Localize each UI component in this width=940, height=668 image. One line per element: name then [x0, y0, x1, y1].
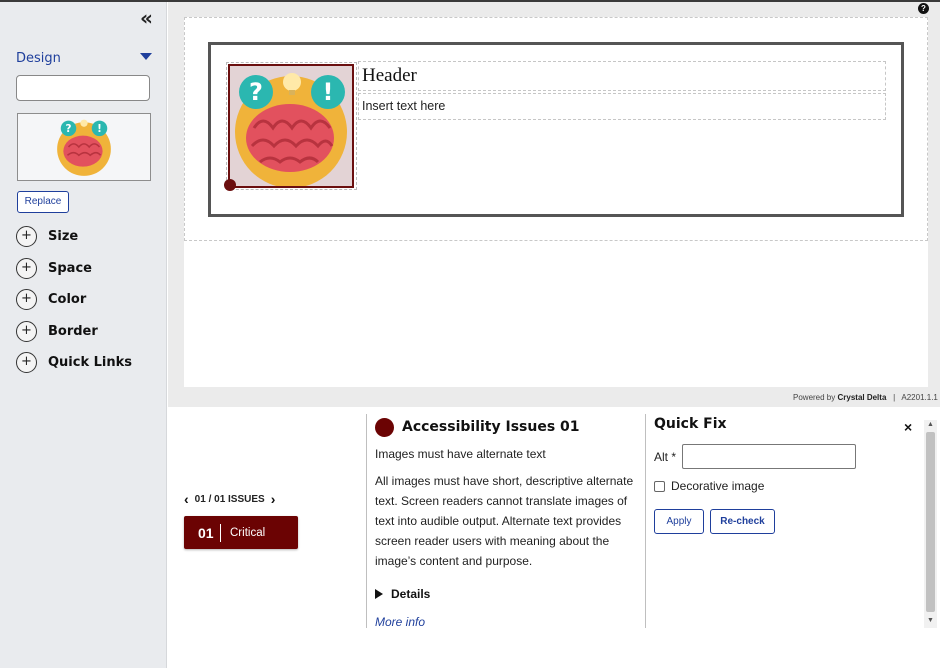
issue-subtitle: Images must have alternate text: [375, 447, 546, 461]
alt-label: Alt *: [654, 450, 677, 464]
svg-text:!: !: [97, 123, 102, 135]
expand-plus-icon: +: [16, 288, 37, 310]
chevron-left-icon[interactable]: ‹: [184, 492, 189, 506]
caret-down-icon: [140, 53, 152, 60]
resize-handle[interactable]: [224, 179, 236, 191]
replace-image-button[interactable]: Replace: [17, 191, 69, 213]
expand-plus-icon: +: [16, 225, 37, 247]
close-icon[interactable]: ×: [904, 419, 912, 435]
accordion-size[interactable]: + Size: [16, 225, 156, 247]
svg-text:?: ?: [249, 78, 263, 106]
image-thumbnail: ? !: [17, 113, 151, 181]
panel-divider: [366, 414, 367, 628]
separator: |: [888, 393, 900, 402]
header-outline[interactable]: [358, 61, 886, 91]
accordion-quick-links[interactable]: + Quick Links: [16, 351, 156, 373]
accordion-label: Space: [48, 260, 92, 276]
design-dropdown[interactable]: Design: [16, 49, 152, 67]
scroll-thumb[interactable]: [926, 432, 935, 612]
more-info-link[interactable]: More info: [375, 615, 640, 628]
details-label: Details: [391, 587, 431, 601]
alt-text-input[interactable]: [682, 444, 856, 469]
decorative-label: Decorative image: [671, 479, 765, 493]
brand-name: Crystal Delta: [837, 393, 887, 402]
divider: [220, 523, 221, 542]
block-header[interactable]: Header: [362, 65, 417, 87]
powered-prefix: Powered by: [793, 393, 836, 402]
decorative-checkbox[interactable]: [654, 480, 665, 492]
issue-description: All images must have short, descriptive …: [375, 474, 634, 568]
issue-severity: Critical: [230, 526, 266, 539]
design-label: Design: [16, 51, 61, 66]
chevron-right-icon[interactable]: ›: [271, 492, 276, 506]
panel-scrollbar[interactable]: ▲ ▼: [924, 420, 937, 628]
severity-dot-icon: [375, 417, 394, 437]
block-body-text[interactable]: Insert text here: [362, 99, 445, 113]
panel-divider: [645, 414, 646, 628]
help-icon[interactable]: ?: [918, 3, 929, 14]
expand-triangle-icon: [375, 589, 383, 599]
version-label: A2201.1.1: [901, 393, 938, 402]
scroll-up-icon[interactable]: ▲: [924, 420, 937, 430]
issue-item[interactable]: 01 Critical: [184, 516, 298, 549]
accordion-label: Size: [48, 228, 79, 244]
expand-plus-icon: +: [16, 257, 37, 279]
accordion-label: Color: [48, 291, 87, 307]
issue-title: Accessibility Issues 01: [402, 419, 580, 435]
expand-plus-icon: +: [16, 320, 37, 342]
apply-button[interactable]: Apply: [654, 509, 704, 534]
accordion-label: Border: [48, 323, 98, 339]
selected-image[interactable]: ? !: [228, 64, 354, 188]
svg-text:?: ?: [66, 123, 72, 135]
accordion-label: Quick Links: [48, 354, 133, 370]
expand-plus-icon: +: [16, 351, 37, 373]
decorative-image-option[interactable]: Decorative image: [654, 479, 764, 493]
issues-count: 01 / 01 ISSUES: [194, 493, 265, 505]
accordion-color[interactable]: + Color: [16, 288, 156, 310]
quick-fix-title: Quick Fix: [654, 416, 727, 432]
scroll-down-icon[interactable]: ▼: [924, 616, 937, 626]
collapse-sidebar-icon[interactable]: «: [140, 8, 158, 28]
brain-image-icon: ? !: [235, 73, 347, 186]
design-input[interactable]: [16, 75, 150, 101]
issue-number: 01: [198, 524, 214, 541]
recheck-button[interactable]: Re-check: [710, 509, 775, 534]
issue-detail: Accessibility Issues 01 Images must have…: [375, 416, 640, 628]
accordion-space[interactable]: + Space: [16, 257, 156, 279]
powered-by: Powered by Crystal Delta | A2201.1.1: [793, 393, 938, 402]
accordion-border[interactable]: + Border: [16, 320, 156, 342]
issues-navigator: ‹ 01 / 01 ISSUES ›: [184, 491, 294, 507]
svg-text:!: !: [323, 78, 334, 106]
brain-thumbnail-icon: ? !: [57, 119, 111, 176]
details-toggle[interactable]: Details: [375, 587, 640, 601]
